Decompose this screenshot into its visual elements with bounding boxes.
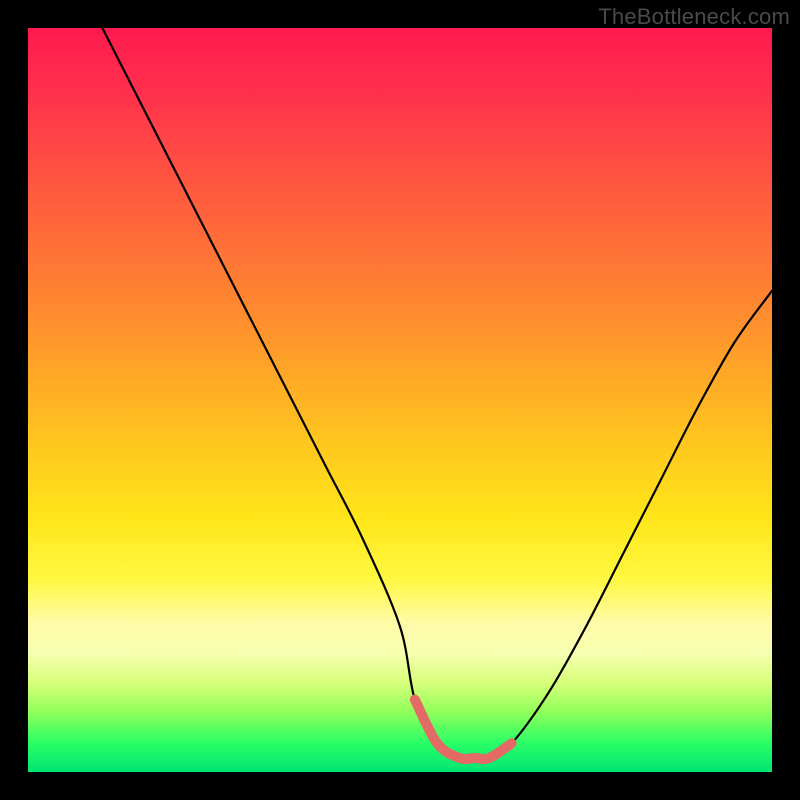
chart-svg [28,28,772,772]
watermark-text: TheBottleneck.com [598,4,790,30]
chart-plot-area [28,28,772,772]
bottleneck-curve-path [102,28,772,759]
chart-frame: TheBottleneck.com [0,0,800,800]
flat-bottom-highlight-path [415,700,512,759]
